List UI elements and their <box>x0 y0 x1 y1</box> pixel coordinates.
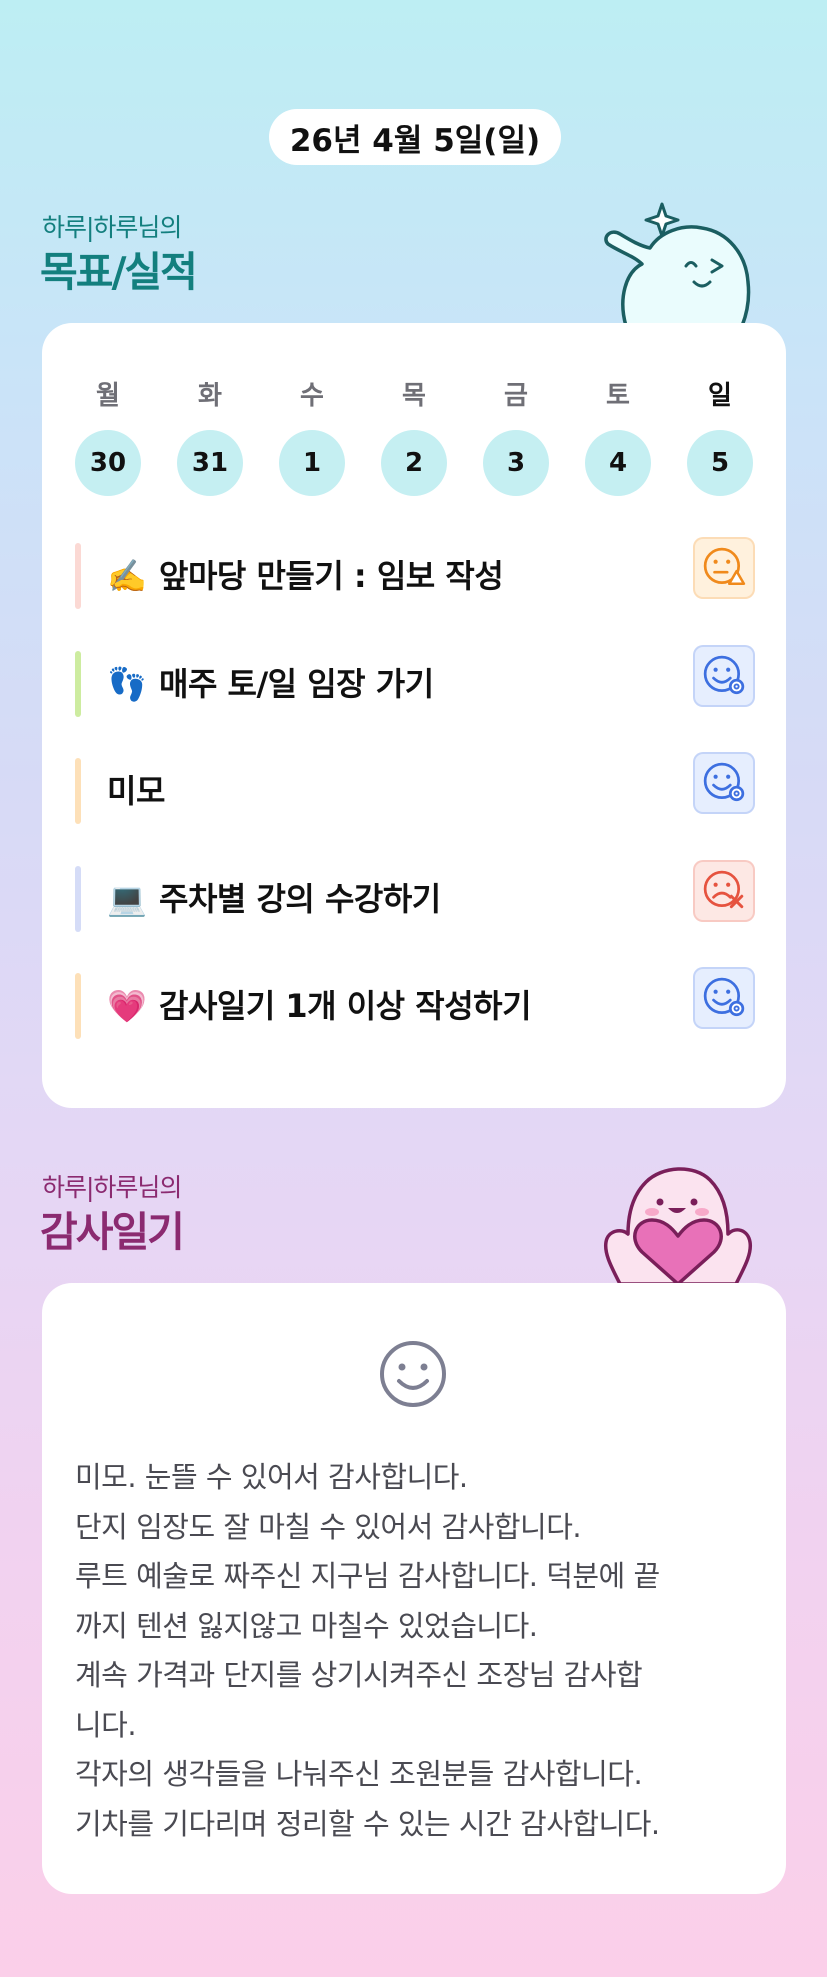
diary-line: 미모. 눈뜰 수 있어서 감사합니다. <box>75 1460 468 1494</box>
goal-text: 주차별 강의 수강하기 <box>159 879 441 918</box>
weekday-label: 금 <box>504 381 528 411</box>
goal-emoji-icon: 👣 <box>107 664 147 703</box>
diary-text: 미모. 눈뜰 수 있어서 감사합니다. 단지 임장도 잘 마칠 수 있어서 감사합… <box>75 1453 765 1849</box>
success-face-icon[interactable] <box>693 644 755 707</box>
diary-line: 단지 임장도 잘 마칠 수 있어서 감사합니다. <box>75 1509 582 1544</box>
day-number-button[interactable]: 2 <box>381 430 447 496</box>
day-number-text: 30 <box>89 448 127 478</box>
weekday-label: 월 <box>96 381 120 411</box>
fail-face-icon[interactable] <box>693 859 755 922</box>
weekday-label: 화 <box>198 381 222 411</box>
day-number-button[interactable]: 5 <box>687 430 753 496</box>
weekday-label: 일 <box>708 381 732 411</box>
goal-text: 매주 토/일 임장 가기 <box>159 664 434 703</box>
goal-item[interactable]: 👣 매주 토/일 임장 가기 <box>75 644 755 717</box>
weekday-label: 목 <box>402 381 426 411</box>
goal-emoji-icon: ✍️ <box>107 557 147 595</box>
heart-mascot-icon <box>603 1167 753 1284</box>
day-number-button[interactable]: 31 <box>177 430 243 496</box>
success-face-icon[interactable] <box>693 967 755 1029</box>
diary-line: 니다. <box>75 1707 137 1742</box>
goal-color-bar <box>75 973 81 1039</box>
goal-text: 미모 <box>107 772 165 810</box>
goal-text: 감사일기 1개 이상 작성하기 <box>159 987 532 1025</box>
day-number-button[interactable]: 1 <box>279 430 345 496</box>
weekday-label: 수 <box>300 381 324 411</box>
date-text: 26년 4월 5일(일) <box>289 122 541 159</box>
day-number-button[interactable]: 4 <box>585 430 651 496</box>
goal-item[interactable]: 💻 주차별 강의 수강하기 <box>75 859 755 932</box>
goals-card: 월 30 화 31 수 1 목 2 금 3 토 4 일 5 ✍️ 앞마당 만들기 : 임보 작성 👣 매주 토/… <box>42 323 786 1108</box>
day-number-text: 31 <box>191 448 229 478</box>
day-number-text: 5 <box>710 448 730 478</box>
day-number-text: 3 <box>506 448 526 478</box>
success-face-icon[interactable] <box>693 752 755 814</box>
goals-section-title: 목표/실적 <box>40 248 198 296</box>
diary-section-title: 감사일기 <box>40 1208 185 1256</box>
smile-face-icon[interactable] <box>378 1339 448 1409</box>
diary-line: 까지 텐션 잃지않고 마칠수 있었습니다. <box>75 1608 538 1643</box>
goal-color-bar <box>75 865 81 932</box>
diary-line: 루트 예술로 짜주신 지구님 감사합니다. 덕분에 끝 <box>75 1559 660 1593</box>
goal-item[interactable]: 💗 감사일기 1개 이상 작성하기 <box>75 967 755 1039</box>
diary-line: 기차를 기다리며 정리할 수 있는 시간 감사합니다. <box>75 1806 660 1841</box>
goal-text: 앞마당 만들기 : 임보 작성 <box>159 557 504 595</box>
goal-color-bar <box>75 650 81 717</box>
day-number-text: 2 <box>404 448 424 478</box>
day-number-button[interactable]: 30 <box>75 430 141 496</box>
goal-color-bar <box>75 758 81 824</box>
ghost-mascot-icon <box>604 202 751 326</box>
warning-face-icon[interactable] <box>693 537 755 599</box>
goal-emoji-icon: 💗 <box>107 987 147 1025</box>
goal-emoji-icon: 💻 <box>107 879 147 918</box>
diary-line: 각자의 생각들을 나눠주신 조원분들 감사합니다. <box>75 1757 643 1791</box>
diary-line: 계속 가격과 단지를 상기시켜주신 조장님 감사합 <box>75 1658 643 1692</box>
day-number-text: 4 <box>608 448 628 478</box>
weekday-label: 토 <box>606 381 630 411</box>
day-number-text: 1 <box>302 448 322 478</box>
goal-color-bar <box>75 543 81 609</box>
goal-item[interactable]: 미모 <box>75 752 755 824</box>
day-number-button[interactable]: 3 <box>483 430 549 496</box>
goal-item[interactable]: ✍️ 앞마당 만들기 : 임보 작성 <box>75 537 755 609</box>
date-pill[interactable]: 26년 4월 5일(일) <box>269 109 561 165</box>
diary-card: 미모. 눈뜰 수 있어서 감사합니다. 단지 임장도 잘 마칠 수 있어서 감사합… <box>42 1283 786 1894</box>
